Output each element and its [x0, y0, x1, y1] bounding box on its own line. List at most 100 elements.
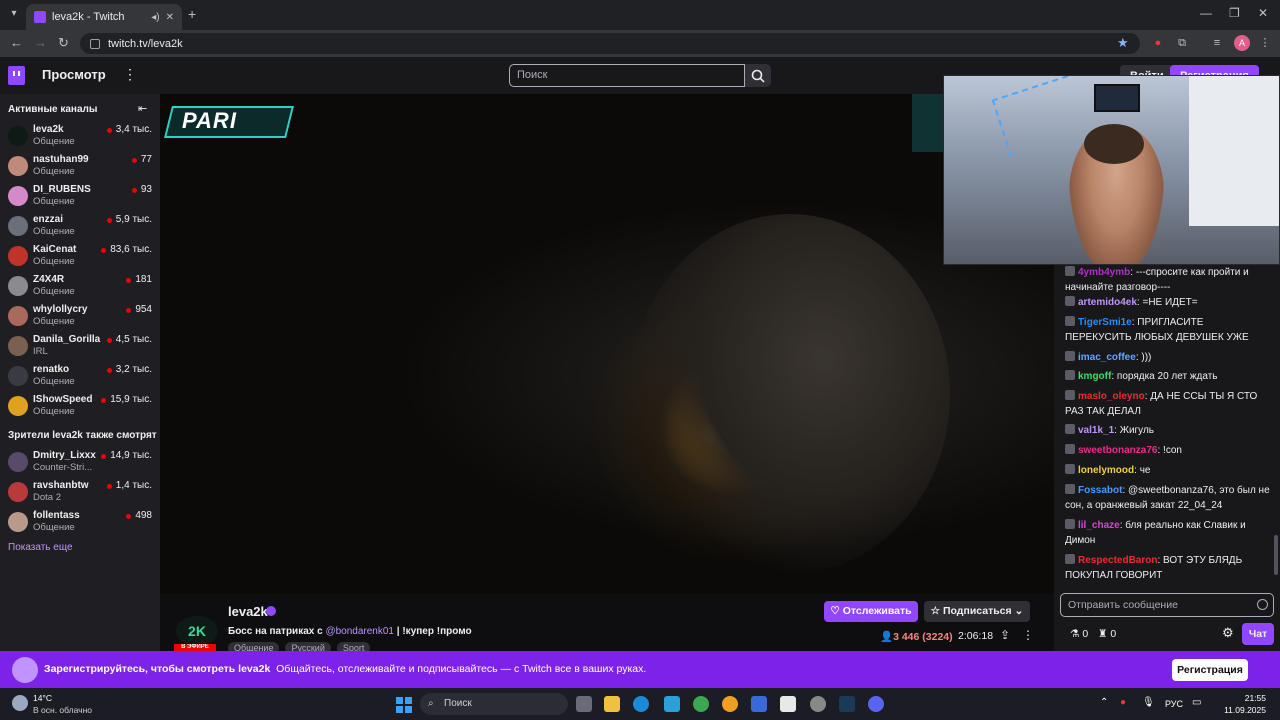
chat-username[interactable]: sweetbonanza76	[1078, 445, 1157, 456]
sidebar-channel-renatko[interactable]: renatko Общение 3,2 тыс.	[0, 361, 160, 391]
share-icon[interactable]: ⇪	[1000, 628, 1010, 642]
chat-badge-icon[interactable]	[1065, 444, 1075, 454]
show-more-link[interactable]: Показать еще	[8, 542, 73, 553]
browser-menu-icon[interactable]: ⋮	[1258, 36, 1272, 50]
site-info-icon[interactable]	[90, 38, 100, 49]
twitch-logo-icon[interactable]	[8, 66, 25, 85]
start-button-icon[interactable]	[396, 697, 412, 713]
app-icon-notepad[interactable]	[780, 696, 796, 712]
chat-badge-icon[interactable]	[1065, 519, 1075, 529]
chat-scrollbar[interactable]	[1274, 535, 1278, 575]
tray-overflow-icon[interactable]: ⌃	[1100, 697, 1108, 708]
chat-username[interactable]: lonelymood	[1078, 465, 1134, 476]
channel-points[interactable]: ⚗ 0	[1070, 628, 1088, 640]
chat-badge-icon[interactable]	[1065, 484, 1075, 494]
task-view-icon[interactable]	[576, 696, 592, 712]
tray-app-icon[interactable]: ●	[1120, 697, 1126, 708]
app-icon-chart[interactable]	[751, 696, 767, 712]
weather-icon[interactable]	[12, 695, 28, 711]
chat-badge-icon[interactable]	[1065, 424, 1075, 434]
url-bar[interactable]: twitch.tv/leva2k	[80, 33, 1140, 54]
sidebar-channel-z4x4r[interactable]: Z4X4R Общение 181	[0, 271, 160, 301]
banner-register-button[interactable]: Регистрация	[1172, 659, 1248, 681]
chat-username[interactable]: Fossabot	[1078, 485, 1122, 496]
chat-username[interactable]: 4ymb4ymb	[1078, 267, 1130, 278]
taskbar-search[interactable]: ⌕ Поиск	[420, 693, 568, 715]
sidebar-channel-ishowspeed[interactable]: IShowSpeed Общение 15,9 тыс.	[0, 391, 160, 421]
sidebar-channel-kaicenat[interactable]: KaiCenat Общение 83,6 тыс.	[0, 241, 160, 271]
app-icon-orange[interactable]	[722, 696, 738, 712]
chat-badge-icon[interactable]	[1065, 316, 1075, 326]
sidebar-channel-follentass[interactable]: follentass Общение 498	[0, 507, 160, 537]
chat-badge-icon[interactable]	[1065, 554, 1075, 564]
extension-icon[interactable]: ●	[1151, 36, 1165, 50]
chat-settings-icon[interactable]: ⚙	[1222, 625, 1234, 641]
chat-username[interactable]: TigerSmi1e	[1078, 317, 1132, 328]
edge-icon[interactable]	[633, 696, 649, 712]
channel-avatar[interactable]: 2K	[176, 616, 218, 646]
app-icon-recorder[interactable]	[810, 696, 826, 712]
clock-time[interactable]: 21:55	[1220, 693, 1266, 703]
close-tab-icon[interactable]: ✕	[166, 12, 174, 23]
reload-icon[interactable]: ↻	[58, 35, 69, 51]
media-control-icon[interactable]: ≡	[1210, 36, 1224, 50]
search-button[interactable]	[745, 64, 771, 87]
title-mention-link[interactable]: @bondarenk01	[325, 626, 394, 637]
browser-tab[interactable]: leva2k - Twitch ◂) ✕	[26, 4, 182, 30]
sidebar-channel-leva2k[interactable]: leva2k Общение 3,4 тыс.	[0, 121, 160, 151]
chat-input[interactable]: Отправить сообщение	[1060, 593, 1274, 617]
collapse-sidebar-icon[interactable]: ⇤	[138, 102, 147, 115]
chat-username[interactable]: artemido4ek	[1078, 297, 1137, 308]
chat-username[interactable]: kmgoff	[1078, 371, 1111, 382]
bits-balance[interactable]: ♜ 0	[1098, 628, 1116, 640]
close-window-icon[interactable]: ✕	[1258, 6, 1268, 20]
bookmark-star-icon[interactable]: ★	[1117, 35, 1129, 51]
chat-badge-icon[interactable]	[1065, 266, 1075, 276]
tab-search-icon[interactable]: ▾	[6, 6, 22, 22]
sidebar-channel-nastuhan99[interactable]: nastuhan99 Общение 77	[0, 151, 160, 181]
channel-name[interactable]: leva2k	[228, 604, 268, 619]
restore-icon[interactable]: ❐	[1229, 6, 1240, 20]
sidebar-channel-dmitry_lixxx[interactable]: Dmitry_Lixxx Counter-Stri... 14,9 тыс.	[0, 447, 160, 477]
chat-badge-icon[interactable]	[1065, 464, 1075, 474]
speaker-icon[interactable]: ◂)	[151, 12, 159, 23]
sidebar-channel-danila_gorilla[interactable]: Danila_Gorilla IRL 4,5 тыс.	[0, 331, 160, 361]
chat-username[interactable]: RespectedBaron	[1078, 555, 1157, 566]
back-icon[interactable]: ←	[10, 35, 23, 50]
weather-description[interactable]: В осн. облачно	[33, 705, 92, 715]
chat-badge-icon[interactable]	[1065, 370, 1075, 380]
telegram-icon[interactable]	[664, 696, 680, 712]
language-indicator[interactable]: РУС	[1165, 699, 1183, 709]
profile-avatar[interactable]: A	[1234, 35, 1250, 51]
new-tab-icon[interactable]: +	[188, 6, 196, 22]
extensions-puzzle-icon[interactable]: ⧉	[1175, 36, 1189, 50]
sidebar-channel-whylollycry[interactable]: whylollycry Общение 954	[0, 301, 160, 331]
sidebar-channel-di_rubens[interactable]: DI_RUBENS Общение 93	[0, 181, 160, 211]
network-icon[interactable]: ▭	[1192, 697, 1201, 708]
sidebar-channel-ravshanbtw[interactable]: ravshanbtw Dota 2 1,4 тыс.	[0, 477, 160, 507]
video-player[interactable]: PARI	[160, 94, 1054, 594]
chat-username[interactable]: imac_coffee	[1078, 352, 1136, 363]
chat-badge-icon[interactable]	[1065, 351, 1075, 361]
steam-icon[interactable]	[839, 696, 855, 712]
search-input[interactable]: Поиск	[509, 64, 745, 87]
file-explorer-icon[interactable]	[604, 696, 620, 712]
chat-send-button[interactable]: Чат	[1242, 623, 1274, 645]
clock-date[interactable]: 11.09.2025	[1212, 705, 1266, 715]
chat-badge-icon[interactable]	[1065, 296, 1075, 306]
follow-button[interactable]: ♡ Отслеживать	[824, 601, 918, 622]
browse-link[interactable]: Просмотр	[42, 67, 106, 82]
more-options-icon[interactable]: ⋮	[1022, 628, 1034, 642]
discord-icon[interactable]	[868, 696, 884, 712]
subscribe-button[interactable]: ☆ Подписаться ⌄	[924, 601, 1030, 622]
chrome-icon[interactable]	[693, 696, 709, 712]
forward-icon[interactable]: →	[34, 35, 47, 50]
weather-temperature[interactable]: 14°C	[33, 693, 52, 703]
chat-username[interactable]: val1k_1	[1078, 425, 1114, 436]
emote-picker-icon[interactable]	[1257, 599, 1268, 610]
microphone-icon[interactable]: 🎙	[1142, 697, 1155, 708]
sidebar-channel-enzzai[interactable]: enzzai Общение 5,9 тыс.	[0, 211, 160, 241]
more-menu-icon[interactable]: ⋮	[123, 66, 137, 83]
minimize-icon[interactable]: —	[1200, 6, 1212, 20]
chat-username[interactable]: maslo_oleyno	[1078, 391, 1145, 402]
